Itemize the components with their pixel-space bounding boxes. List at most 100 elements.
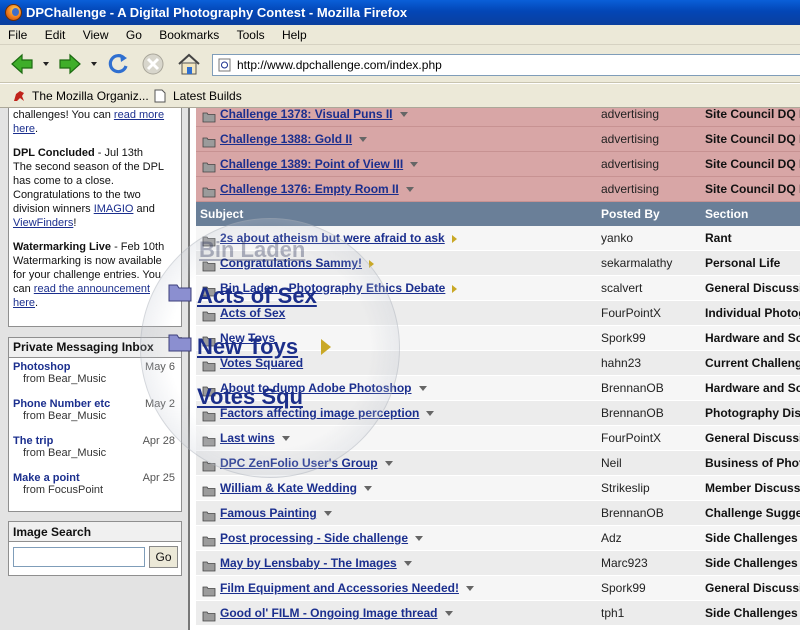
thread-section[interactable]: Site Council DQ D	[705, 127, 800, 152]
menu-file[interactable]: File	[0, 25, 33, 45]
thread-posted-by[interactable]: advertising	[601, 152, 659, 177]
pm-item[interactable]: Make a point from FocusPoint Apr 25	[9, 469, 181, 506]
thread-row[interactable]: Factors affecting image perception Brenna…	[196, 401, 800, 426]
thread-row[interactable]: New Toys Spork99 Hardware and So	[196, 326, 800, 351]
imagio-link[interactable]: IMAGIO	[94, 203, 134, 215]
pinned-thread-row[interactable]: Challenge 1388: Gold II advertising Site C…	[196, 127, 800, 152]
thread-section[interactable]: Side Challenges	[705, 601, 798, 626]
thread-subject-link[interactable]: Bin Laden - Photography Ethics Debate	[220, 281, 445, 295]
chevron-down-icon[interactable]	[403, 561, 412, 567]
thread-row[interactable]: William & Kate Wedding Strikeslip Member D…	[196, 476, 800, 501]
thread-section[interactable]: Current Challeng	[705, 351, 800, 376]
address-bar[interactable]: http://www.dpchallenge.com/index.php	[212, 54, 800, 76]
thread-subject-link[interactable]: Challenge 1378: Visual Puns II	[220, 108, 393, 121]
thread-section[interactable]: Side Challenges	[705, 526, 798, 551]
arrow-right-icon[interactable]	[451, 234, 457, 243]
thread-subject-link[interactable]: Famous Painting	[220, 506, 317, 520]
thread-subject-link[interactable]: May by Lensbaby - The Images	[220, 556, 397, 570]
thread-posted-by[interactable]: hahn23	[601, 351, 641, 376]
menu-edit[interactable]: Edit	[37, 25, 72, 45]
reload-icon[interactable]	[104, 50, 132, 78]
thread-posted-by[interactable]: sekarmalathy	[601, 251, 672, 276]
menu-tools[interactable]: Tools	[229, 25, 271, 45]
read-more-link[interactable]: read more	[114, 109, 164, 121]
thread-posted-by[interactable]: Neil	[601, 451, 622, 476]
thread-section[interactable]: Side Challenges	[705, 551, 798, 576]
pinned-thread-row[interactable]: Challenge 1389: Point of View III adverti…	[196, 152, 800, 177]
thread-section[interactable]: Hardware and So	[705, 376, 800, 401]
arrow-right-icon[interactable]	[369, 259, 375, 268]
chevron-down-icon[interactable]	[359, 137, 368, 143]
thread-subject-link[interactable]: Factors affecting image perception	[220, 406, 419, 420]
chevron-down-icon[interactable]	[399, 112, 408, 118]
pinned-thread-row[interactable]: Challenge 1376: Empty Room II advertising…	[196, 177, 800, 202]
arrow-right-icon[interactable]	[452, 284, 458, 293]
thread-posted-by[interactable]: advertising	[601, 177, 659, 202]
thread-row[interactable]: DPC ZenFolio User's Group Neil Business of…	[196, 451, 800, 476]
chevron-down-icon[interactable]	[323, 511, 332, 517]
thread-section[interactable]: Hardware and So	[705, 326, 800, 351]
thread-section[interactable]: Individual Photog	[705, 301, 800, 326]
thread-section[interactable]: Challenge Sugge	[705, 501, 800, 526]
search-go-button[interactable]: Go	[149, 546, 178, 568]
thread-subject-link[interactable]: Challenge 1388: Gold II	[220, 132, 352, 146]
chevron-down-icon[interactable]	[418, 386, 427, 392]
thread-row[interactable]: About to dump Adobe Photoshop BrennanOB Ha…	[196, 376, 800, 401]
forward-arrow-icon[interactable]	[56, 50, 84, 78]
thread-section[interactable]: Member Discuss	[705, 476, 800, 501]
thread-section[interactable]: Site Council DQ D	[705, 108, 800, 127]
pinned-thread-row[interactable]: Challenge 1378: Visual Puns II advertisin…	[196, 108, 800, 127]
thread-section[interactable]: Rant	[705, 226, 732, 251]
thread-section[interactable]: Photography Disc	[705, 401, 800, 426]
thread-section[interactable]: General Discussi	[705, 426, 800, 451]
thread-row[interactable]: Congratulations Sammy! sekarmalathy Person…	[196, 251, 800, 276]
thread-row[interactable]: Votes Squared hahn23 Current Challeng	[196, 351, 800, 376]
thread-posted-by[interactable]: FourPointX	[601, 301, 661, 326]
here-link[interactable]: here	[13, 123, 35, 135]
thread-posted-by[interactable]: Adz	[601, 526, 622, 551]
thread-row[interactable]: Famous Painting BrennanOB Challenge Sugge	[196, 501, 800, 526]
pm-item[interactable]: The trip from Bear_Music Apr 28	[9, 432, 181, 469]
thread-posted-by[interactable]: advertising	[601, 127, 659, 152]
thread-subject-link[interactable]: Challenge 1376: Empty Room II	[220, 182, 399, 196]
chevron-down-icon[interactable]	[444, 611, 453, 617]
image-search-input[interactable]	[13, 547, 145, 567]
thread-section[interactable]: Site Council DQ D	[705, 152, 800, 177]
forward-dropdown-icon[interactable]	[91, 62, 97, 66]
stop-icon[interactable]	[139, 50, 167, 78]
thread-subject-link[interactable]: About to dump Adobe Photoshop	[220, 381, 412, 395]
thread-posted-by[interactable]: BrennanOB	[601, 376, 664, 401]
thread-posted-by[interactable]: BrennanOB	[601, 501, 664, 526]
thread-posted-by[interactable]: advertising	[601, 108, 659, 127]
viewfinders-link[interactable]: ViewFinders	[13, 217, 73, 229]
thread-posted-by[interactable]: Spork99	[601, 326, 646, 351]
thread-subject-link[interactable]: Congratulations Sammy!	[220, 256, 362, 270]
thread-section[interactable]: Site Council DQ D	[705, 177, 800, 202]
announcement-link[interactable]: read the announcement	[34, 283, 150, 295]
thread-subject-link[interactable]: Votes Squared	[220, 356, 303, 370]
thread-row[interactable]: Post processing - Side challenge Adz Side …	[196, 526, 800, 551]
header-section[interactable]: Section	[705, 202, 748, 226]
bookmark-latest-builds[interactable]: Latest Builds	[153, 84, 242, 108]
thread-row[interactable]: Last wins FourPointX General Discussi	[196, 426, 800, 451]
chevron-down-icon[interactable]	[410, 162, 419, 168]
thread-row[interactable]: Good ol' FILM - Ongoing Image thread tph1…	[196, 601, 800, 626]
chevron-down-icon[interactable]	[415, 536, 424, 542]
pm-item[interactable]: Phone Number etc from Bear_Music May 2	[9, 395, 181, 432]
thread-section[interactable]: Business of Phot	[705, 451, 800, 476]
chevron-down-icon[interactable]	[281, 436, 290, 442]
chevron-down-icon[interactable]	[364, 486, 373, 492]
thread-posted-by[interactable]: scalvert	[601, 276, 642, 301]
thread-subject-link[interactable]: Acts of Sex	[220, 306, 285, 320]
pm-item[interactable]: Photoshop from Bear_Music May 6	[9, 358, 181, 395]
thread-section[interactable]: Personal Life	[705, 251, 780, 276]
chevron-down-icon[interactable]	[465, 586, 474, 592]
header-posted-by[interactable]: Posted By	[601, 202, 660, 226]
menu-go[interactable]: Go	[118, 25, 148, 45]
thread-subject-link[interactable]: Post processing - Side challenge	[220, 531, 408, 545]
thread-subject-link[interactable]: Last wins	[220, 431, 275, 445]
here-link[interactable]: here	[13, 297, 35, 309]
thread-subject-link[interactable]: Challenge 1389: Point of View III	[220, 157, 403, 171]
thread-posted-by[interactable]: tph1	[601, 601, 624, 626]
thread-subject-link[interactable]: Good ol' FILM - Ongoing Image thread	[220, 606, 438, 620]
